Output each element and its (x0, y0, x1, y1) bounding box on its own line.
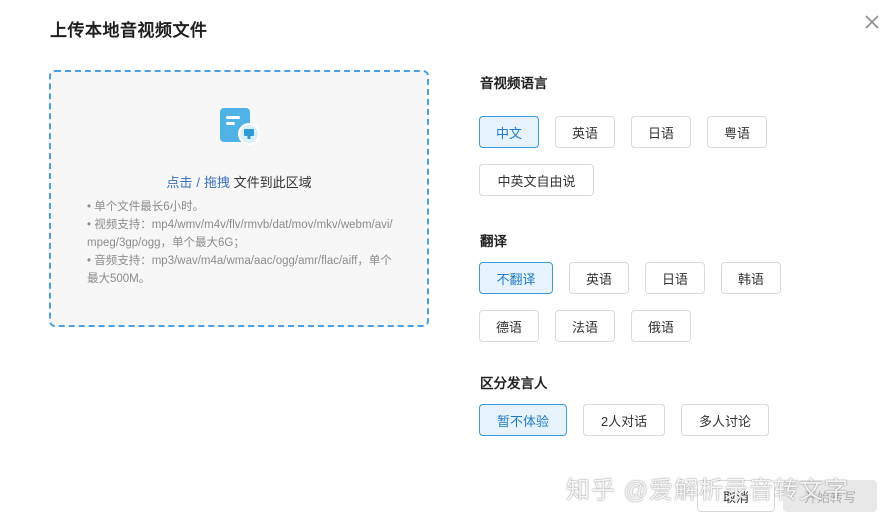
translation-option-korean[interactable]: 韩语 (721, 262, 781, 294)
upload-dialog: 上传本地音视频文件 点击 / 拖拽 文件到此区域 • 单个文件最长6小时。 • 视频… (0, 0, 883, 523)
upload-dropzone[interactable]: 点击 / 拖拽 文件到此区域 • 单个文件最长6小时。 • 视频支持：mp4/wmv… (49, 70, 429, 327)
language-option-mixed[interactable]: 中英文自由说 (479, 164, 594, 196)
speaker-section-label: 区分发言人 (480, 376, 548, 391)
cancel-button[interactable]: 取消 (697, 480, 775, 512)
translation-section-label: 翻译 (480, 234, 507, 249)
upload-notes: • 单个文件最长6小时。 • 视频支持：mp4/wmv/m4v/flv/rmvb… (87, 198, 397, 288)
translation-option-german[interactable]: 德语 (479, 310, 539, 342)
speaker-option-two-person[interactable]: 2人对话 (583, 404, 665, 436)
translation-option-english[interactable]: 英语 (569, 262, 629, 294)
dialog-title: 上传本地音视频文件 (50, 21, 208, 40)
note-duration: • 单个文件最长6小时。 (87, 201, 205, 213)
note-audio-formats: • 音频支持：mp3/wav/m4a/wma/aac/ogg/amr/flac/… (87, 255, 392, 285)
click-upload-link[interactable]: 点击 (166, 175, 192, 190)
language-section-label: 音视频语言 (480, 76, 548, 91)
translation-option-japanese[interactable]: 日语 (645, 262, 705, 294)
language-option-english[interactable]: 英语 (555, 116, 615, 148)
language-option-chinese[interactable]: 中文 (479, 116, 539, 148)
language-option-cantonese[interactable]: 粤语 (707, 116, 767, 148)
drag-upload-link[interactable]: 拖拽 (204, 175, 230, 190)
translation-option-french[interactable]: 法语 (555, 310, 615, 342)
document-upload-icon (218, 106, 262, 146)
drop-instructions: 点击 / 拖拽 文件到此区域 (51, 172, 427, 191)
language-option-japanese[interactable]: 日语 (631, 116, 691, 148)
speaker-option-skip[interactable]: 暂不体验 (479, 404, 567, 436)
note-video-formats: • 视频支持：mp4/wmv/m4v/flv/rmvb/dat/mov/mkv/… (87, 219, 393, 249)
start-transcribe-button[interactable]: 开始转写 (783, 480, 877, 512)
drop-hint-text: 文件到此区域 (233, 175, 312, 190)
translation-option-none[interactable]: 不翻译 (479, 262, 553, 294)
translation-option-russian[interactable]: 俄语 (631, 310, 691, 342)
link-separator: / (196, 175, 200, 190)
speaker-option-multi-person[interactable]: 多人讨论 (681, 404, 769, 436)
close-icon[interactable] (862, 12, 882, 32)
